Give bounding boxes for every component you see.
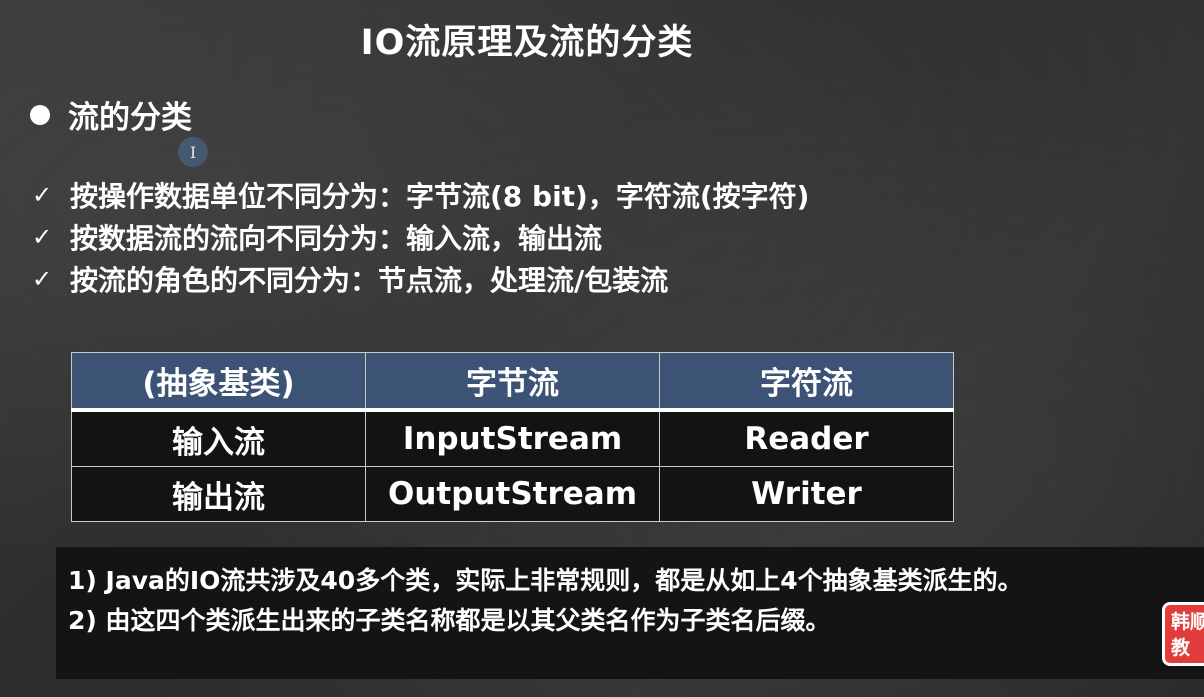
- cell-inputstream: InputStream: [365, 409, 660, 467]
- instructor-badge-icon[interactable]: 韩顺 教: [1162, 602, 1204, 666]
- notes-box: 1) Java的IO流共涉及40多个类，实际上非常规则，都是从如上4个抽象基类派…: [56, 547, 1204, 679]
- note-line-1: 1) Java的IO流共涉及40多个类，实际上非常规则，都是从如上4个抽象基类派…: [68, 566, 1023, 595]
- row-label-output: 输出流: [71, 466, 366, 522]
- checkmark-icon: ✓: [32, 223, 53, 251]
- row-label-input: 输入流: [71, 409, 366, 467]
- header-byte-stream: 字节流: [365, 352, 660, 411]
- classification-list: ✓ 按操作数据单位不同分为：字节流(8 bit)，字符流(按字符) ✓ 按数据流…: [32, 174, 809, 300]
- bullet-dot-icon: [30, 104, 50, 125]
- note-line-2: 2) 由这四个类派生出来的子类名称都是以其父类名作为子类名后缀。: [68, 606, 831, 635]
- section-heading-text: 流的分类: [68, 100, 192, 136]
- classification-item: ✓ 按数据流的流向不同分为：输入流，输出流: [32, 216, 809, 258]
- classification-text: 按操作数据单位不同分为：字节流(8 bit)，字符流(按字符): [70, 180, 810, 213]
- classification-text: 按流的角色的不同分为：节点流，处理流/包装流: [70, 264, 669, 297]
- header-abstract-base-class: (抽象基类): [71, 352, 366, 411]
- stream-classes-table: (抽象基类) 字节流 字符流 输入流 InputStream Reader 输出…: [71, 352, 954, 522]
- classification-item: ✓ 按流的角色的不同分为：节点流，处理流/包装流: [32, 258, 809, 300]
- table-row: 输入流 InputStream Reader: [71, 409, 954, 467]
- table-row: 输出流 OutputStream Writer: [71, 466, 954, 522]
- checkmark-icon: ✓: [32, 265, 53, 293]
- header-char-stream: 字符流: [659, 352, 954, 411]
- table-header-row: (抽象基类) 字节流 字符流: [71, 352, 954, 411]
- cell-outputstream: OutputStream: [365, 466, 660, 522]
- badge-line-1: 韩顺: [1171, 611, 1204, 633]
- text-cursor-icon: I: [178, 137, 208, 167]
- cursor-glyph: I: [189, 142, 197, 162]
- classification-item: ✓ 按操作数据单位不同分为：字节流(8 bit)，字符流(按字符): [32, 174, 809, 216]
- section-heading: 流的分类: [30, 92, 192, 137]
- cell-reader: Reader: [659, 409, 954, 467]
- badge-line-2: 教: [1171, 637, 1191, 659]
- cell-writer: Writer: [659, 466, 954, 522]
- checkmark-icon: ✓: [32, 181, 53, 209]
- classification-text: 按数据流的流向不同分为：输入流，输出流: [70, 222, 603, 255]
- slide-title: IO流原理及流的分类: [360, 23, 694, 63]
